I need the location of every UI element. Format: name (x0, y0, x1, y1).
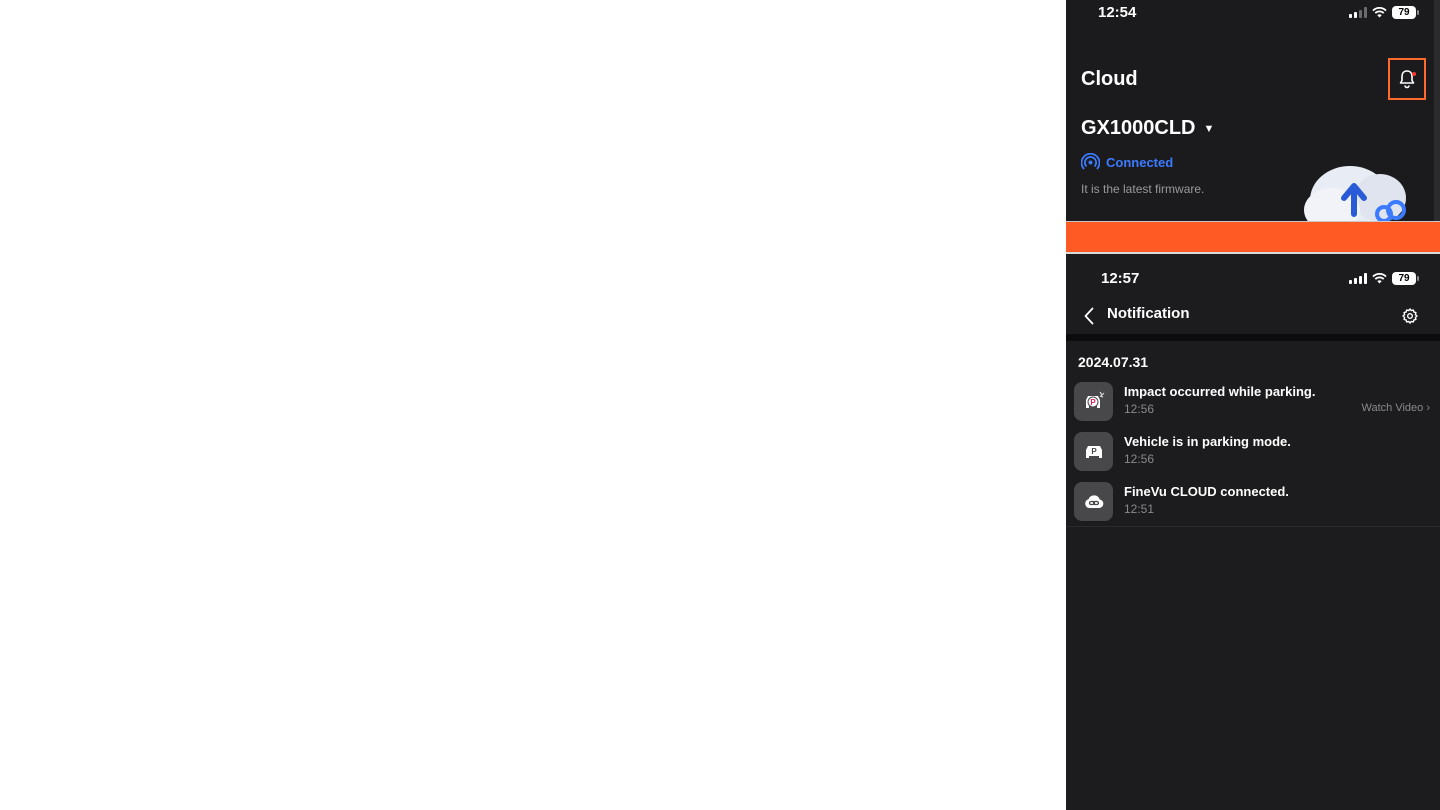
notification-item[interactable]: FineVu CLOUD connected. 12:51 (1066, 478, 1440, 528)
device-selector[interactable]: GX1000CLD ▼ (1081, 117, 1214, 140)
notification-item[interactable]: P Vehicle is in parking mode. 12:56 (1066, 428, 1440, 478)
unread-dot (1412, 72, 1416, 76)
signal-icon (1349, 7, 1367, 18)
status-bar: 12:57 79 (1066, 266, 1440, 290)
status-bar: 12:54 79 (1066, 0, 1440, 24)
watch-video-label: Watch Video (1361, 402, 1424, 414)
status-time: 12:54 (1098, 4, 1137, 21)
page-title: Cloud (1081, 68, 1138, 90)
window-edge (1434, 0, 1440, 221)
svg-text:P: P (1091, 447, 1097, 456)
settings-button[interactable] (1400, 306, 1420, 326)
notification-title: Impact occurred while parking. (1124, 384, 1316, 399)
notification-bell-button[interactable] (1388, 58, 1426, 100)
chevron-left-icon (1084, 307, 1094, 325)
nav-separator (1066, 334, 1440, 341)
status-icons: 79 (1349, 6, 1419, 19)
wifi-icon (1372, 273, 1387, 284)
chevron-right-icon: › (1426, 402, 1430, 414)
gear-icon (1402, 308, 1418, 324)
wifi-icon (1372, 7, 1387, 18)
nav-bar: Notification (1066, 298, 1440, 334)
notification-time: 12:56 (1124, 402, 1155, 416)
notification-screen: 12:57 79 Notification 2024.07.31 P Impac… (1066, 254, 1440, 810)
notification-title: FineVu CLOUD connected. (1124, 484, 1289, 499)
notification-list: P Impact occurred while parking. 12:56 W… (1066, 378, 1440, 528)
status-time: 12:57 (1101, 270, 1140, 287)
cloud-upload-illustration (1304, 166, 1406, 221)
firmware-status: It is the latest firmware. (1081, 182, 1205, 196)
svg-text:P: P (1090, 398, 1096, 407)
notification-time: 12:56 (1124, 452, 1155, 466)
connection-status: Connected (1081, 153, 1173, 172)
parking-mode-icon: P (1074, 432, 1113, 471)
notification-time: 12:51 (1124, 502, 1155, 516)
battery-icon: 79 (1392, 6, 1419, 19)
status-icons: 79 (1349, 272, 1419, 285)
divider-bar (1066, 221, 1440, 254)
back-button[interactable] (1080, 306, 1098, 326)
device-name: GX1000CLD (1081, 117, 1196, 139)
date-header: 2024.07.31 (1078, 354, 1149, 370)
cloud-screen: 12:54 79 Cloud GX1000CLD ▼ Connected It … (1066, 0, 1440, 221)
cloud-link-icon (1074, 482, 1113, 521)
connection-signal-icon (1081, 153, 1100, 170)
caret-down-icon: ▼ (1203, 122, 1215, 135)
parking-impact-icon: P (1074, 382, 1113, 421)
notification-title: Vehicle is in parking mode. (1124, 434, 1291, 449)
battery-icon: 79 (1392, 272, 1419, 285)
connection-status-label: Connected (1106, 155, 1174, 170)
notification-item[interactable]: P Impact occurred while parking. 12:56 W… (1066, 378, 1440, 428)
watch-video-link[interactable]: Watch Video › (1362, 402, 1431, 414)
signal-icon (1349, 273, 1367, 284)
list-divider (1066, 526, 1440, 527)
page-title: Notification (1107, 305, 1190, 322)
